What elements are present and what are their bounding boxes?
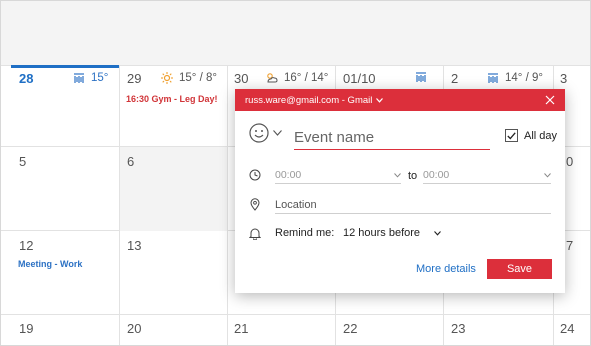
- day-number[interactable]: 5: [19, 154, 26, 169]
- day-number[interactable]: 30: [234, 71, 248, 86]
- reminder-value: 12 hours before: [343, 227, 421, 239]
- day-number[interactable]: 6: [127, 154, 134, 169]
- weather-temp: 16° / 14°: [284, 72, 329, 84]
- save-button[interactable]: Save: [487, 259, 552, 279]
- all-day-toggle[interactable]: All day: [505, 129, 557, 142]
- start-time-value: 00:00: [275, 169, 302, 181]
- event-meeting[interactable]: Meeting - Work: [18, 259, 82, 269]
- day-number[interactable]: 19: [19, 321, 33, 336]
- weather-temp: 15°: [91, 72, 109, 84]
- rain-icon: [488, 72, 498, 83]
- account-label: russ.ware@gmail.com - Gmail: [245, 94, 373, 106]
- day-number[interactable]: 12: [19, 238, 33, 253]
- close-icon[interactable]: [545, 95, 555, 105]
- chevron-down-icon: [394, 172, 401, 178]
- weather-day-28: 15°: [73, 72, 108, 84]
- all-day-checkbox[interactable]: [505, 129, 518, 142]
- weather-day-29: 15° / 8°: [161, 72, 217, 84]
- weather-day-30: 16° / 14°: [265, 72, 328, 84]
- more-details-link[interactable]: More details: [416, 263, 476, 275]
- reminder-select[interactable]: 12 hours before: [343, 227, 441, 239]
- day-number[interactable]: 01/10: [343, 71, 376, 86]
- weather-day-2: [415, 72, 433, 83]
- day-number[interactable]: 23: [451, 321, 465, 336]
- day-number-today[interactable]: 28: [19, 71, 33, 86]
- to-label: to: [408, 170, 418, 182]
- chevron-down-icon: [544, 172, 551, 178]
- selected-day-cell[interactable]: [120, 147, 227, 231]
- day-number[interactable]: 7: [566, 238, 573, 253]
- chevron-down-icon: [434, 230, 441, 236]
- day-number[interactable]: 22: [343, 321, 357, 336]
- day-number[interactable]: 0: [566, 154, 573, 169]
- smiley-icon: [249, 123, 269, 143]
- checkmark-icon: [507, 131, 516, 139]
- rain-icon: [416, 72, 426, 82]
- end-time-select[interactable]: 00:00: [423, 167, 551, 184]
- event-gym[interactable]: 16:30 Gym - Leg Day!: [126, 94, 218, 104]
- location-pin-icon: [250, 198, 260, 211]
- chevron-down-icon: [273, 130, 282, 136]
- all-day-label: All day: [524, 129, 558, 142]
- weather-temp: 14° / 9°: [505, 72, 543, 84]
- calendar-top-strip: [1, 1, 590, 65]
- chevron-down-icon: [376, 97, 384, 103]
- remind-me-label: Remind me:: [275, 227, 335, 239]
- day-number[interactable]: 21: [234, 321, 248, 336]
- day-number[interactable]: 29: [127, 71, 141, 86]
- day-number[interactable]: 2: [451, 71, 458, 86]
- day-number[interactable]: 24: [560, 321, 574, 336]
- clock-icon: [249, 169, 261, 181]
- grid-line: [227, 65, 228, 345]
- sun-icon: [161, 72, 173, 84]
- bell-icon: [249, 228, 261, 240]
- day-number[interactable]: 13: [127, 238, 141, 253]
- day-number[interactable]: 3: [560, 71, 567, 86]
- rain-icon: [74, 72, 84, 83]
- day-number[interactable]: 20: [127, 321, 141, 336]
- end-time-value: 00:00: [423, 169, 450, 181]
- location-input[interactable]: Location: [275, 196, 551, 214]
- popup-header: russ.ware@gmail.com - Gmail: [235, 89, 565, 111]
- today-indicator: [11, 65, 119, 68]
- start-time-select[interactable]: 00:00: [275, 167, 401, 184]
- grid-line: [1, 314, 590, 315]
- event-name-input[interactable]: [294, 127, 490, 150]
- new-event-popup: russ.ware@gmail.com - Gmail All day 00:0…: [235, 89, 565, 293]
- weather-day-2-forecast: 14° / 9°: [487, 72, 543, 84]
- weather-temp: 15° / 8°: [179, 72, 217, 84]
- emoji-picker[interactable]: [249, 123, 282, 143]
- account-selector[interactable]: russ.ware@gmail.com - Gmail: [245, 94, 384, 106]
- calendar-window: 28 15° 29 15° / 8° 16:30 Gym - Leg Day! …: [0, 0, 591, 346]
- partly-sunny-icon: [267, 73, 278, 83]
